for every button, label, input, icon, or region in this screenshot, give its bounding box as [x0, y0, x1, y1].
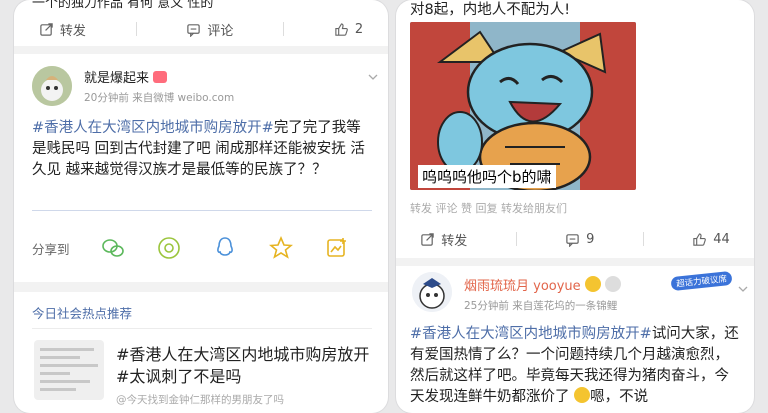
chevron-down-icon[interactable]	[738, 284, 748, 294]
thumbs-up-icon	[693, 232, 707, 246]
user-avatar-icon	[412, 272, 452, 312]
like-button[interactable]: 2	[334, 22, 363, 37]
comment-icon	[187, 23, 201, 37]
qq-share-icon[interactable]	[212, 235, 238, 261]
hashtag-link[interactable]: #香港人在大湾区内地城市购房放开#	[32, 120, 274, 136]
repost-icon	[421, 232, 434, 246]
like-button[interactable]: 44	[692, 232, 730, 247]
repost-info-line: 转发 评论 赞 回复 转发给朋友们	[410, 202, 567, 215]
previous-post-actions: 转发 评论 2	[14, 16, 388, 42]
hot-topics-title[interactable]: 今日社会热点推荐	[32, 303, 132, 322]
thumbs-up-icon	[335, 22, 348, 36]
avatar[interactable]	[32, 66, 72, 106]
moments-share-icon[interactable]	[156, 235, 182, 261]
image-share-icon[interactable]	[324, 235, 350, 261]
post-meta: 25分钟前 来自莲花坞的一条锦鲤	[464, 300, 618, 312]
meme-image[interactable]: 呜呜呜他吗个b的啸	[410, 22, 636, 190]
qzone-share-icon[interactable]	[268, 235, 294, 261]
hot-topic-thumbnail[interactable]	[34, 340, 104, 400]
wechat-share-icon[interactable]	[100, 235, 126, 261]
hashtag-link[interactable]: #香港人在大湾区内地城市购房放开#	[410, 326, 652, 342]
smile-emoji-icon	[574, 387, 591, 403]
username[interactable]: 就是爆起来	[84, 67, 168, 86]
previous-post-text: 一个的独力作品 有何 意义 性的	[32, 0, 214, 11]
repost-button[interactable]: 转发	[420, 230, 467, 249]
panda-emoji-icon	[604, 276, 621, 292]
avatar[interactable]	[412, 272, 452, 312]
previous-post-text: 对8起，内地人不配为人!	[410, 2, 571, 18]
comment-button[interactable]: 评论	[186, 20, 233, 39]
share-bar: 分享到	[32, 232, 372, 264]
post-actions: 转发 9 44	[396, 226, 754, 252]
chevron-down-icon[interactable]	[368, 72, 378, 82]
right-feed-panel: 对8起，内地人不配为人! 呜呜呜他吗个b的啸 转发 评论 赞 回复 转发给朋友们	[396, 0, 754, 413]
post-body: #香港人在大湾区内地城市购房放开#试问大家，还有爱国热情了么？一个问题持续几个月…	[410, 326, 739, 405]
post-meta: 20分钟前 来自微博 weibo.com	[84, 92, 235, 104]
hot-topic-author: @今天找到金钟仁那样的男朋友了吗	[116, 394, 284, 406]
post-body: #香港人在大湾区内地城市购房放开#完了完了我等是贱民吗 回到古代封建了吧 闹成那…	[32, 120, 365, 178]
left-feed-panel: 一个的独力作品 有何 意义 性的 转发 评论 2 就是爆起来 20分钟前 来自微…	[14, 0, 388, 413]
emoji-icon	[584, 276, 601, 292]
comment-button[interactable]: 9	[565, 232, 594, 247]
share-label: 分享到	[32, 241, 70, 257]
user-avatar-icon	[32, 66, 72, 106]
vip-badge-icon	[153, 71, 168, 83]
repost-button[interactable]: 转发	[39, 20, 86, 39]
hot-topic-text[interactable]: #香港人在大湾区内地城市购房放开#太讽刺了不是吗	[116, 344, 378, 388]
supertopic-badge: 超话力破议席	[670, 270, 733, 292]
username[interactable]: 烟雨琉琉月 yooyue	[464, 275, 621, 294]
repost-icon	[40, 22, 53, 36]
comment-icon	[566, 233, 579, 247]
meme-caption: 呜呜呜他吗个b的啸	[418, 165, 556, 188]
